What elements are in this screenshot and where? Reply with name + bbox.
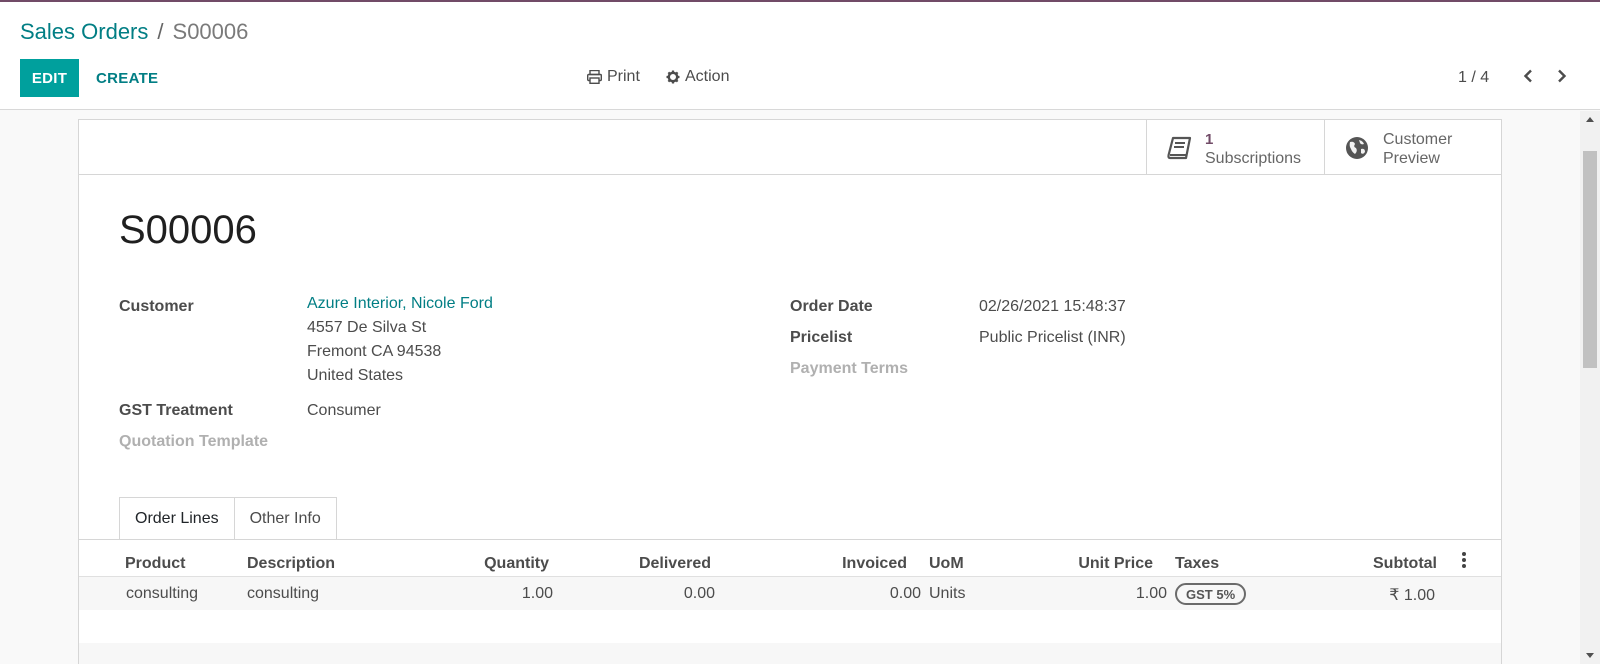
customer-preview-button[interactable]: Customer Preview — [1324, 120, 1501, 175]
customer-city: Fremont CA 94538 — [307, 343, 442, 360]
pricelist-value[interactable]: Public Pricelist (INR) — [979, 329, 1126, 347]
chevron-right-icon — [1557, 69, 1567, 88]
column-description[interactable]: Description — [247, 555, 335, 573]
pricelist-label: Pricelist — [790, 329, 853, 346]
customer-street: 4557 De Silva St — [307, 319, 427, 336]
column-subtotal[interactable]: Subtotal — [1337, 555, 1437, 573]
order-date-value[interactable]: 02/26/2021 15:48:37 — [979, 298, 1126, 316]
vertical-scrollbar[interactable] — [1580, 111, 1600, 664]
customer-preview-line1: Customer — [1383, 131, 1453, 148]
cell-invoiced: 0.00 — [889, 585, 921, 602]
edit-button[interactable]: EDIT — [20, 59, 79, 97]
globe-icon — [1345, 136, 1369, 165]
form-sheet: 1 Subscriptions Customer Preview S00006 … — [78, 119, 1502, 664]
gst-treatment-value[interactable]: Consumer — [307, 402, 381, 420]
gear-icon — [666, 70, 680, 84]
tab-order-lines[interactable]: Order Lines — [119, 497, 235, 539]
order-date-label: Order Date — [790, 298, 873, 315]
quotation-template-label: Quotation Template — [119, 433, 269, 450]
chevron-left-icon — [1523, 69, 1533, 88]
customer-country: United States — [307, 367, 404, 384]
customer-field: Azure Interior, Nicole Ford 4557 De Silv… — [307, 292, 493, 388]
scroll-down-arrow-icon[interactable] — [1586, 653, 1594, 658]
cell-delivered: 0.00 — [683, 585, 715, 602]
empty-row — [79, 643, 1501, 664]
pager-previous-button[interactable] — [1518, 68, 1538, 88]
breadcrumb-current: S00006 — [172, 19, 249, 44]
scroll-up-arrow-icon[interactable] — [1586, 117, 1594, 122]
customer-preview-line2: Preview — [1383, 150, 1440, 167]
subscriptions-label: Subscriptions — [1205, 150, 1302, 167]
create-button[interactable]: CREATE — [84, 59, 170, 97]
smart-button-box: 1 Subscriptions Customer Preview — [79, 120, 1501, 175]
column-unit-price[interactable]: Unit Price — [1053, 555, 1153, 573]
cell-quantity: 1.00 — [521, 585, 553, 602]
column-delivered[interactable]: Delivered — [611, 555, 711, 573]
column-product[interactable]: Product — [125, 555, 185, 573]
optional-columns-kebab-icon[interactable] — [1462, 552, 1466, 570]
cell-product: consulting — [126, 585, 199, 602]
notebook-tabs: Order Lines Other Info — [119, 497, 337, 539]
cell-unit-price: 1.00 — [1135, 585, 1167, 602]
cell-subtotal: ₹ 1.00 — [1389, 587, 1435, 604]
subscriptions-count: 1 — [1205, 131, 1214, 148]
subscriptions-button[interactable]: 1 Subscriptions — [1146, 120, 1325, 175]
cell-description: consulting — [247, 585, 320, 602]
action-label: Action — [685, 68, 730, 85]
control-panel: Sales Orders / S00006 EDIT CREATE Print … — [0, 2, 1600, 110]
gst-treatment-label: GST Treatment — [119, 402, 233, 419]
column-quantity[interactable]: Quantity — [459, 555, 549, 573]
breadcrumb-separator: / — [157, 19, 164, 44]
breadcrumb: Sales Orders / S00006 — [20, 19, 248, 45]
tax-badge: GST 5% — [1175, 583, 1247, 605]
table-header: Product Description Quantity Delivered I… — [79, 540, 1501, 577]
record-title: S00006 — [119, 208, 257, 252]
book-icon — [1167, 136, 1193, 165]
table-row[interactable]: consulting consulting 1.00 0.00 0.00 Uni… — [79, 577, 1501, 610]
action-button[interactable]: Action — [666, 68, 729, 86]
pager-value[interactable]: 1 / 4 — [1458, 69, 1489, 87]
breadcrumb-sales-orders[interactable]: Sales Orders — [20, 19, 148, 45]
customer-label: Customer — [119, 298, 194, 315]
customer-link[interactable]: Azure Interior, Nicole Ford — [307, 292, 493, 316]
column-taxes[interactable]: Taxes — [1175, 555, 1219, 573]
scroll-thumb[interactable] — [1583, 151, 1597, 368]
print-label: Print — [607, 68, 640, 85]
print-icon — [587, 70, 602, 84]
empty-row — [79, 610, 1501, 643]
pager-next-button[interactable] — [1552, 68, 1572, 88]
payment-terms-label: Payment Terms — [790, 360, 908, 377]
cell-uom: Units — [929, 585, 966, 602]
tab-other-info[interactable]: Other Info — [234, 497, 337, 539]
print-button[interactable]: Print — [587, 68, 640, 86]
column-uom[interactable]: UoM — [929, 555, 964, 573]
column-invoiced[interactable]: Invoiced — [817, 555, 907, 573]
